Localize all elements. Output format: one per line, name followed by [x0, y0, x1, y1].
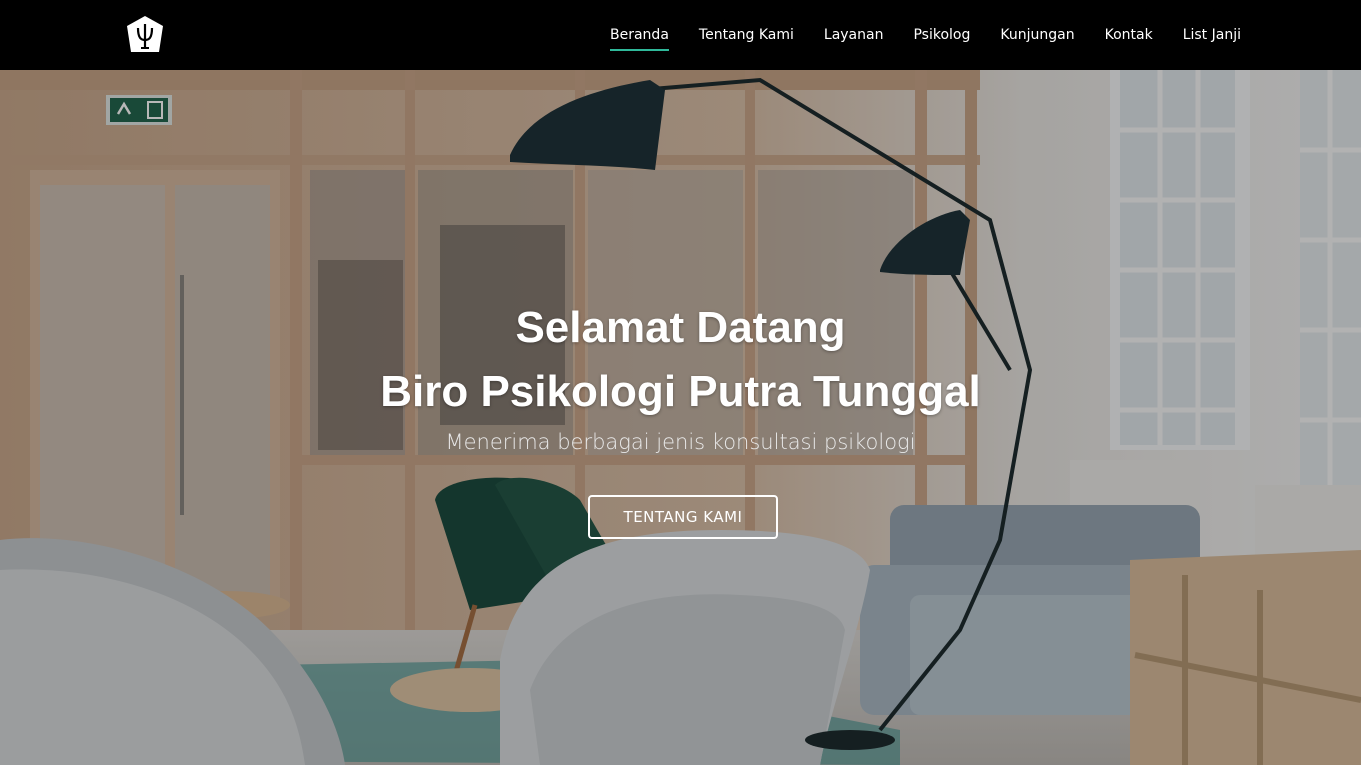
- nav-item-kunjungan[interactable]: Kunjungan: [1000, 19, 1074, 51]
- hero-title-line2: Biro Psikologi Putra Tunggal: [380, 367, 981, 416]
- nav-menu: Beranda Tentang Kami Layanan Psikolog Ku…: [610, 0, 1241, 70]
- top-navbar: Beranda Tentang Kami Layanan Psikolog Ku…: [0, 0, 1361, 70]
- tentang-kami-button[interactable]: TENTANG KAMI: [588, 495, 778, 539]
- nav-item-layanan[interactable]: Layanan: [824, 19, 884, 51]
- hero-section: Selamat Datang Biro Psikologi Putra Tung…: [0, 70, 1361, 765]
- hero-title: Selamat Datang Biro Psikologi Putra Tung…: [0, 296, 1361, 424]
- nav-item-tentang-kami[interactable]: Tentang Kami: [699, 19, 794, 51]
- nav-item-psikolog[interactable]: Psikolog: [913, 19, 970, 51]
- nav-item-list-janji[interactable]: List Janji: [1183, 19, 1241, 51]
- brand-logo-icon[interactable]: [123, 14, 167, 56]
- hero-title-line1: Selamat Datang: [515, 303, 846, 352]
- hero-content: Selamat Datang Biro Psikologi Putra Tung…: [0, 70, 1361, 765]
- nav-item-beranda[interactable]: Beranda: [610, 19, 669, 51]
- nav-item-kontak[interactable]: Kontak: [1105, 19, 1153, 51]
- hero-subtitle: Menerima berbagai jenis konsultasi psiko…: [445, 430, 916, 454]
